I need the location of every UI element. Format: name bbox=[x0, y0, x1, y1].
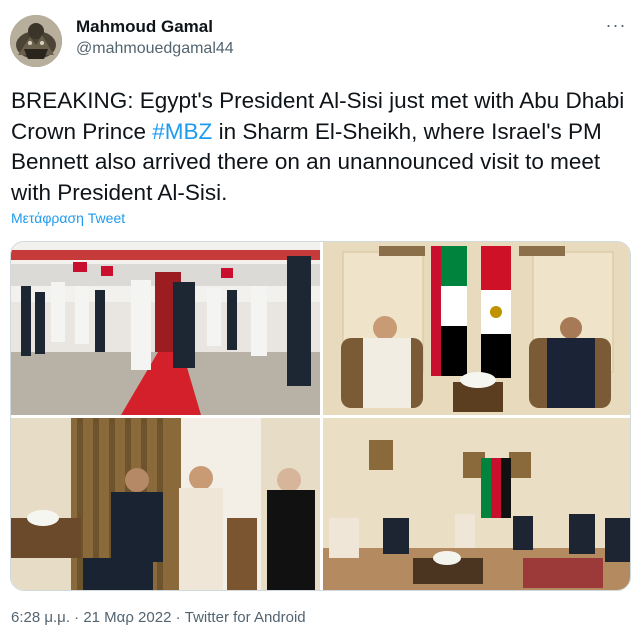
tweet-time[interactable]: 6:28 μ.μ. bbox=[11, 609, 70, 626]
user-name[interactable]: Mahmoud Gamal bbox=[76, 17, 213, 37]
media-grid bbox=[10, 241, 631, 591]
photo-meeting-room[interactable] bbox=[323, 418, 630, 590]
photo-airport-arrival[interactable] bbox=[11, 242, 320, 415]
avatar[interactable] bbox=[10, 15, 62, 67]
translate-tweet-link[interactable]: Μετάφραση Tweet bbox=[11, 210, 125, 226]
tweet-date[interactable]: 21 Μαρ 2022 bbox=[83, 609, 171, 626]
more-options-icon[interactable]: ··· bbox=[604, 15, 628, 35]
hashtag-link[interactable]: #MBZ bbox=[152, 119, 212, 144]
meta-separator: · bbox=[69, 609, 84, 626]
tweet-text: BREAKING: Egypt's President Al-Sisi just… bbox=[11, 86, 631, 208]
tweet: Mahmoud Gamal @mahmouedgamal44 ··· BREAK… bbox=[0, 0, 640, 643]
meta-separator: · bbox=[171, 609, 185, 626]
photo-bilateral-meeting[interactable] bbox=[323, 242, 630, 415]
user-handle[interactable]: @mahmouedgamal44 bbox=[76, 40, 234, 58]
tweet-meta: 6:28 μ.μ. · 21 Μαρ 2022 · Twitter for An… bbox=[11, 609, 306, 626]
photo-delegation-seated[interactable] bbox=[11, 418, 320, 590]
tweet-source[interactable]: Twitter for Android bbox=[185, 609, 306, 626]
